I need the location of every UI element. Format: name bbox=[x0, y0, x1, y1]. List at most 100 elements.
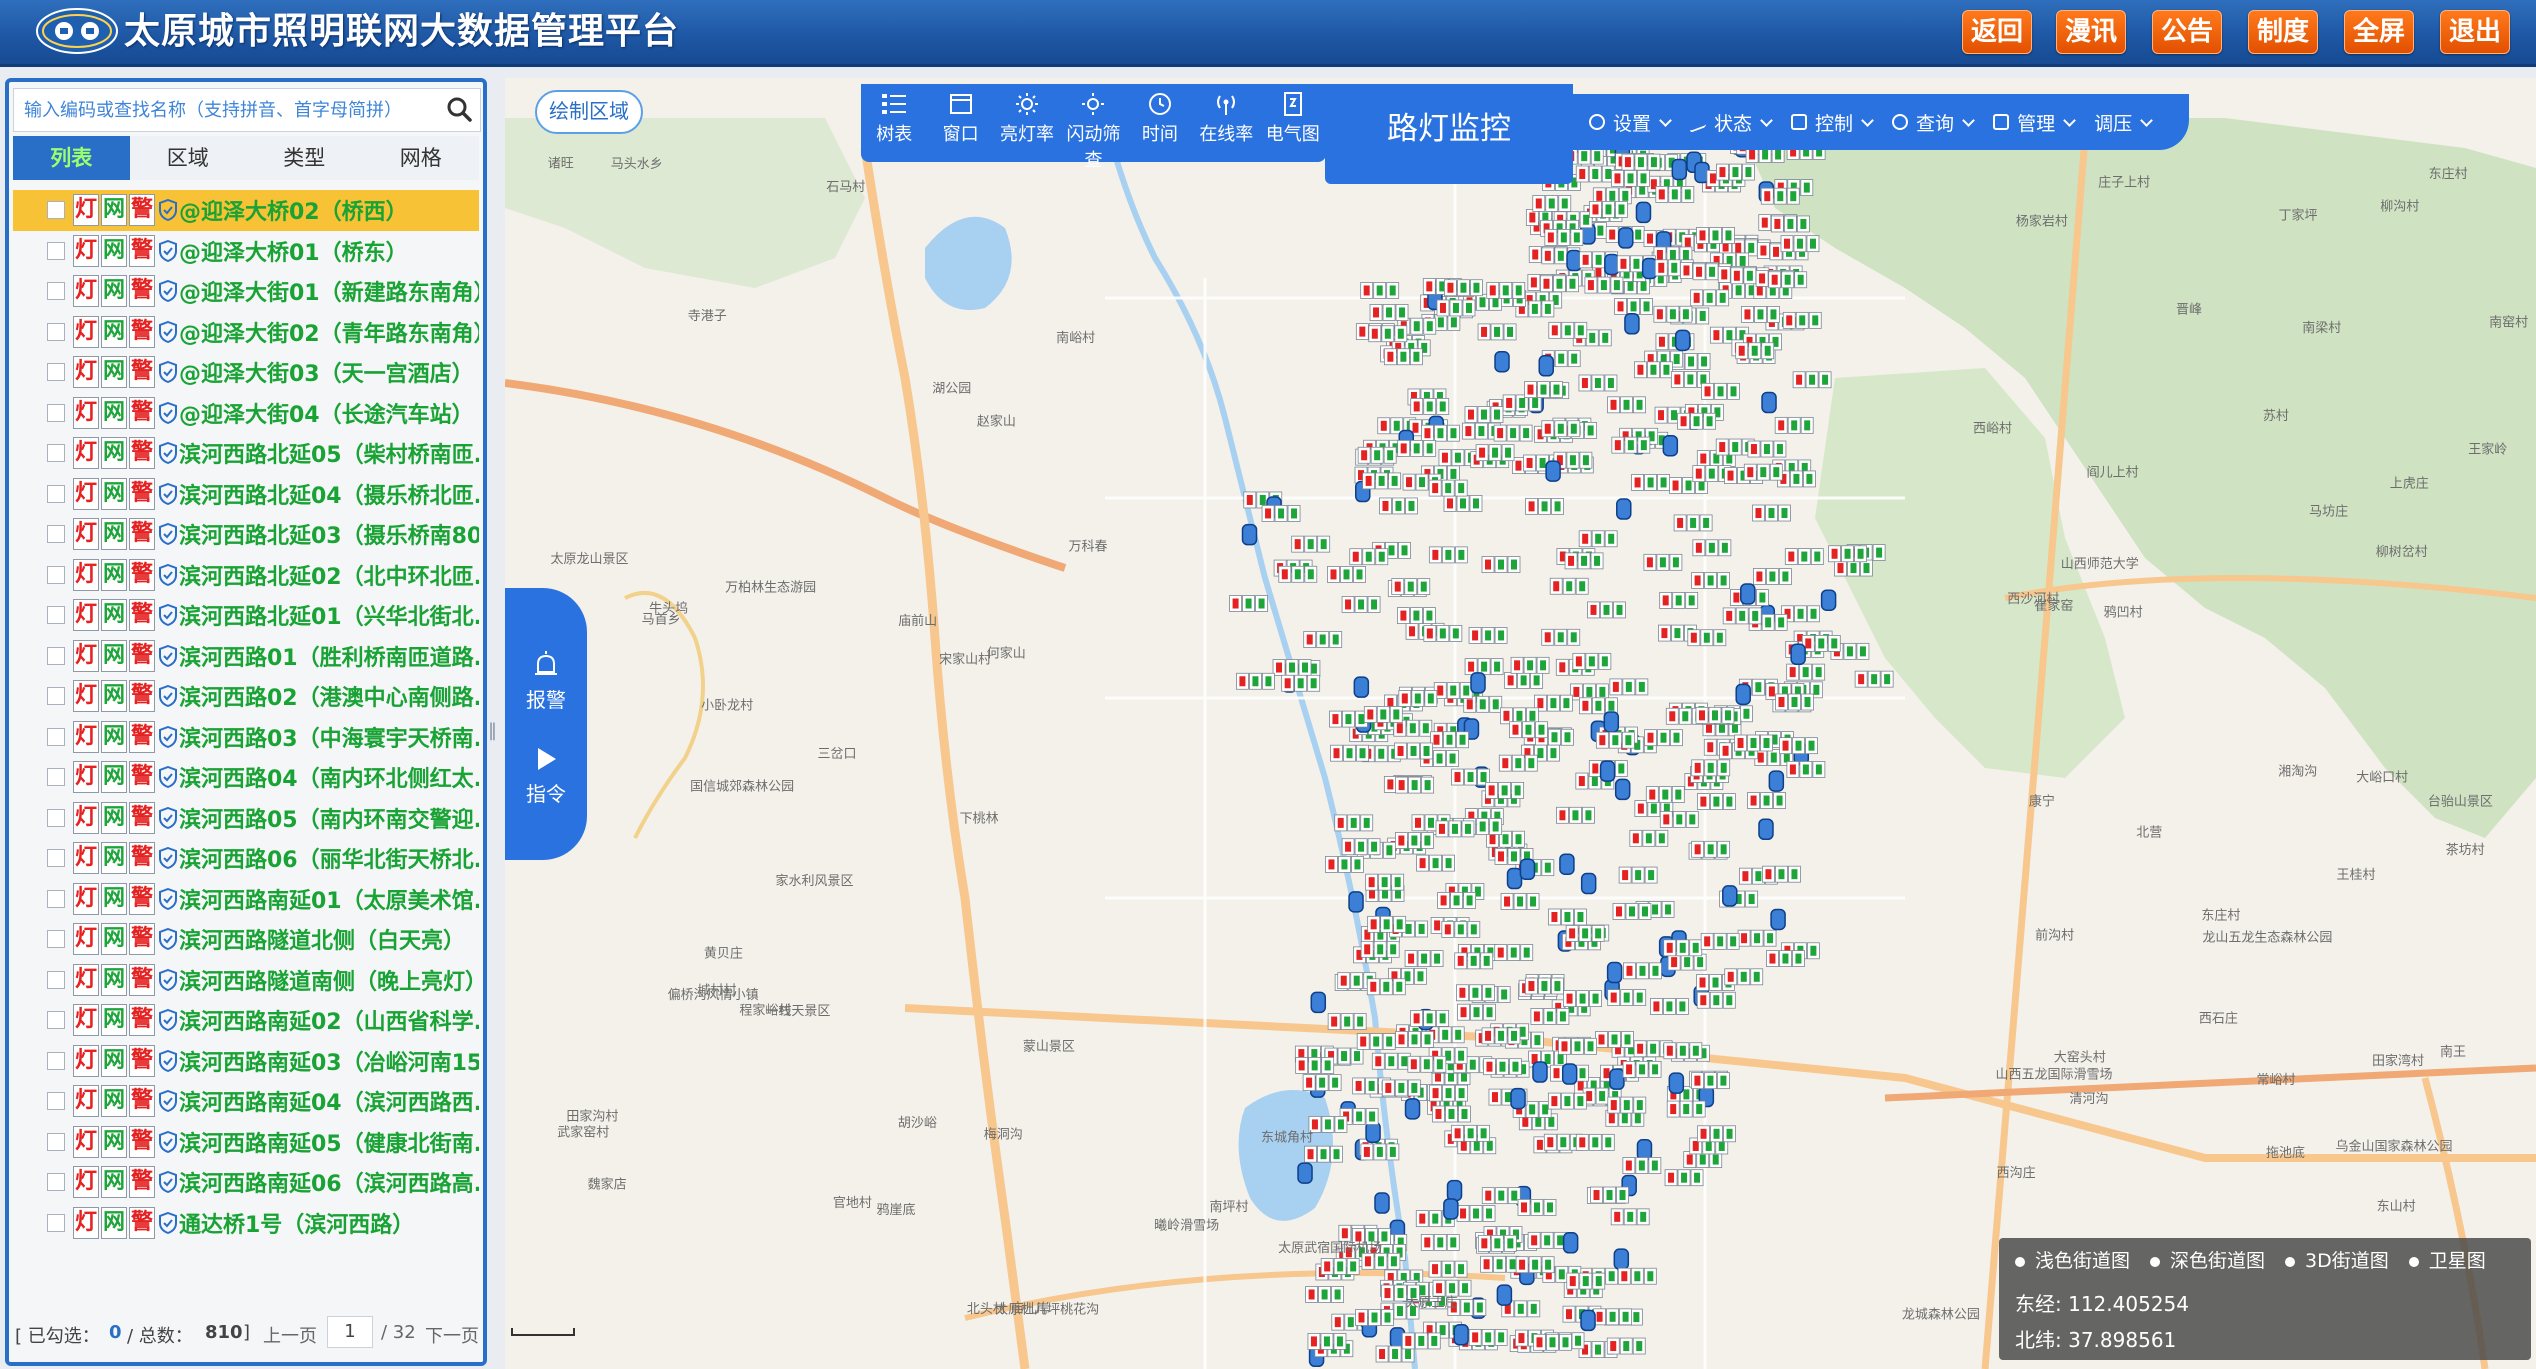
lamp-marker-icon[interactable] bbox=[1366, 978, 1406, 996]
lamp-marker-icon[interactable] bbox=[1644, 729, 1683, 747]
lamp-marker-icon[interactable] bbox=[1407, 1055, 1447, 1073]
lamp-marker-icon[interactable] bbox=[1622, 1157, 1662, 1174]
lamp-marker-icon[interactable] bbox=[1782, 311, 1822, 329]
lamp-marker-icon[interactable] bbox=[1792, 371, 1832, 389]
lamp-marker-icon[interactable] bbox=[1673, 514, 1713, 532]
lamp-marker-icon[interactable] bbox=[1305, 1286, 1344, 1303]
item-checkbox[interactable] bbox=[47, 889, 65, 908]
lamp-marker-icon[interactable] bbox=[1575, 1133, 1615, 1151]
lamp-marker-icon[interactable] bbox=[1575, 165, 1615, 183]
lamp-marker-icon[interactable] bbox=[1397, 439, 1437, 457]
command-button[interactable]: 指令 bbox=[513, 746, 579, 807]
camera-marker-icon[interactable] bbox=[1297, 1162, 1313, 1184]
lamp-marker-icon[interactable] bbox=[1743, 463, 1783, 481]
item-checkbox[interactable] bbox=[47, 565, 65, 584]
lamp-marker-icon[interactable] bbox=[1697, 1125, 1736, 1143]
lamp-marker-icon[interactable] bbox=[1724, 467, 1763, 485]
list-item[interactable]: 灯网警滨河西路05（南内环南交警迎... bbox=[13, 798, 479, 839]
next-page-link[interactable]: 下一页 bbox=[425, 1322, 479, 1348]
item-checkbox[interactable] bbox=[47, 606, 65, 625]
lamp-marker-icon[interactable] bbox=[1435, 820, 1475, 838]
lamp-marker-icon[interactable] bbox=[1397, 607, 1436, 624]
lamp-marker-icon[interactable] bbox=[1607, 1096, 1647, 1114]
draw-area-button[interactable]: 绘制区域 bbox=[535, 90, 643, 134]
lamp-marker-icon[interactable] bbox=[1509, 721, 1548, 739]
menu-query[interactable]: 查询 bbox=[1892, 109, 1975, 136]
lamp-marker-icon[interactable] bbox=[1524, 381, 1563, 398]
logout-button[interactable]: 退出 bbox=[2440, 10, 2510, 54]
lamp-marker-icon[interactable] bbox=[1578, 530, 1618, 548]
lamp-marker-icon[interactable] bbox=[1483, 1058, 1522, 1076]
lamp-marker-icon[interactable] bbox=[1398, 690, 1438, 707]
lamp-marker-icon[interactable] bbox=[1441, 920, 1481, 938]
camera-marker-icon[interactable] bbox=[1580, 872, 1597, 895]
camera-marker-icon[interactable] bbox=[1241, 523, 1258, 546]
camera-marker-icon[interactable] bbox=[1614, 778, 1631, 801]
lamp-marker-icon[interactable] bbox=[1410, 398, 1450, 415]
camera-marker-icon[interactable] bbox=[1374, 1192, 1390, 1214]
lamp-marker-icon[interactable] bbox=[1362, 472, 1402, 490]
lamp-marker-icon[interactable] bbox=[1643, 553, 1683, 571]
lamp-marker-icon[interactable] bbox=[1696, 227, 1735, 244]
camera-marker-icon[interactable] bbox=[1635, 201, 1652, 224]
lamp-marker-icon[interactable] bbox=[1747, 792, 1786, 809]
lamp-marker-icon[interactable] bbox=[1614, 298, 1653, 315]
lamp-marker-icon[interactable] bbox=[1659, 592, 1699, 609]
lamp-marker-icon[interactable] bbox=[1735, 342, 1775, 360]
menu-status[interactable]: 状态 bbox=[1690, 109, 1773, 136]
lamp-marker-icon[interactable] bbox=[1494, 944, 1534, 961]
lamp-marker-icon[interactable] bbox=[1383, 348, 1423, 366]
lamp-marker-icon[interactable] bbox=[1334, 814, 1374, 832]
lamp-marker-icon[interactable] bbox=[1610, 1208, 1650, 1226]
lamp-marker-icon[interactable] bbox=[1854, 670, 1894, 688]
lamp-marker-icon[interactable] bbox=[1752, 504, 1791, 522]
lamp-marker-icon[interactable] bbox=[1355, 1309, 1394, 1326]
lamp-marker-icon[interactable] bbox=[1563, 990, 1602, 1008]
lamp-marker-icon[interactable] bbox=[1734, 734, 1773, 752]
lamp-marker-icon[interactable] bbox=[1617, 1267, 1657, 1285]
lamp-marker-icon[interactable] bbox=[1304, 1145, 1343, 1163]
lamp-marker-icon[interactable] bbox=[1525, 977, 1564, 995]
menu-manage[interactable]: 管理 bbox=[1993, 109, 2076, 136]
lamp-marker-icon[interactable] bbox=[1395, 1031, 1434, 1048]
lamp-marker-icon[interactable] bbox=[1428, 479, 1468, 497]
lamp-marker-icon[interactable] bbox=[1716, 163, 1755, 181]
camera-marker-icon[interactable] bbox=[1790, 643, 1806, 666]
lamp-marker-icon[interactable] bbox=[1395, 776, 1435, 794]
lamp-marker-icon[interactable] bbox=[1498, 754, 1538, 772]
lamp-marker-icon[interactable] bbox=[1530, 1008, 1570, 1025]
list-item[interactable]: 灯网警滨河西路北延05（柴村桥南匝... bbox=[13, 433, 479, 474]
lamp-marker-icon[interactable] bbox=[1663, 939, 1703, 957]
item-checkbox[interactable] bbox=[47, 282, 65, 301]
lamp-marker-icon[interactable] bbox=[1360, 1143, 1400, 1161]
lamp-marker-icon[interactable] bbox=[1631, 474, 1670, 491]
lamp-marker-icon[interactable] bbox=[1481, 1027, 1521, 1045]
list-item[interactable]: 灯网警滨河西路北延04（摄乐桥北匝... bbox=[13, 474, 479, 515]
lamp-marker-icon[interactable] bbox=[1432, 1105, 1471, 1123]
lamp-marker-icon[interactable] bbox=[1595, 731, 1635, 749]
lamp-marker-icon[interactable] bbox=[1595, 1031, 1634, 1048]
back-button[interactable]: 返回 bbox=[1962, 10, 2032, 54]
lamp-marker-icon[interactable] bbox=[1356, 1033, 1396, 1050]
lamp-marker-icon[interactable] bbox=[1541, 628, 1581, 646]
item-checkbox[interactable] bbox=[47, 1092, 65, 1111]
camera-marker-icon[interactable] bbox=[1453, 1324, 1469, 1346]
item-checkbox[interactable] bbox=[47, 1011, 65, 1030]
camera-marker-icon[interactable] bbox=[1616, 498, 1632, 520]
lamp-marker-icon[interactable] bbox=[1360, 940, 1400, 958]
lamp-marker-icon[interactable] bbox=[1533, 694, 1573, 712]
lamp-marker-icon[interactable] bbox=[1394, 742, 1433, 760]
lamp-marker-icon[interactable] bbox=[1649, 998, 1689, 1015]
search-icon[interactable] bbox=[446, 96, 472, 122]
camera-marker-icon[interactable] bbox=[1510, 1087, 1526, 1110]
item-checkbox[interactable] bbox=[47, 484, 65, 503]
camera-marker-icon[interactable] bbox=[1624, 313, 1640, 335]
camera-marker-icon[interactable] bbox=[1470, 672, 1486, 694]
lamp-marker-icon[interactable] bbox=[1349, 548, 1389, 566]
camera-marker-icon[interactable] bbox=[1604, 253, 1620, 276]
camera-marker-icon[interactable] bbox=[1722, 885, 1738, 907]
camera-marker-icon[interactable] bbox=[1532, 1061, 1548, 1083]
lamp-marker-icon[interactable] bbox=[1655, 186, 1695, 203]
camera-marker-icon[interactable] bbox=[1310, 991, 1327, 1014]
lamp-marker-icon[interactable] bbox=[1747, 440, 1787, 458]
